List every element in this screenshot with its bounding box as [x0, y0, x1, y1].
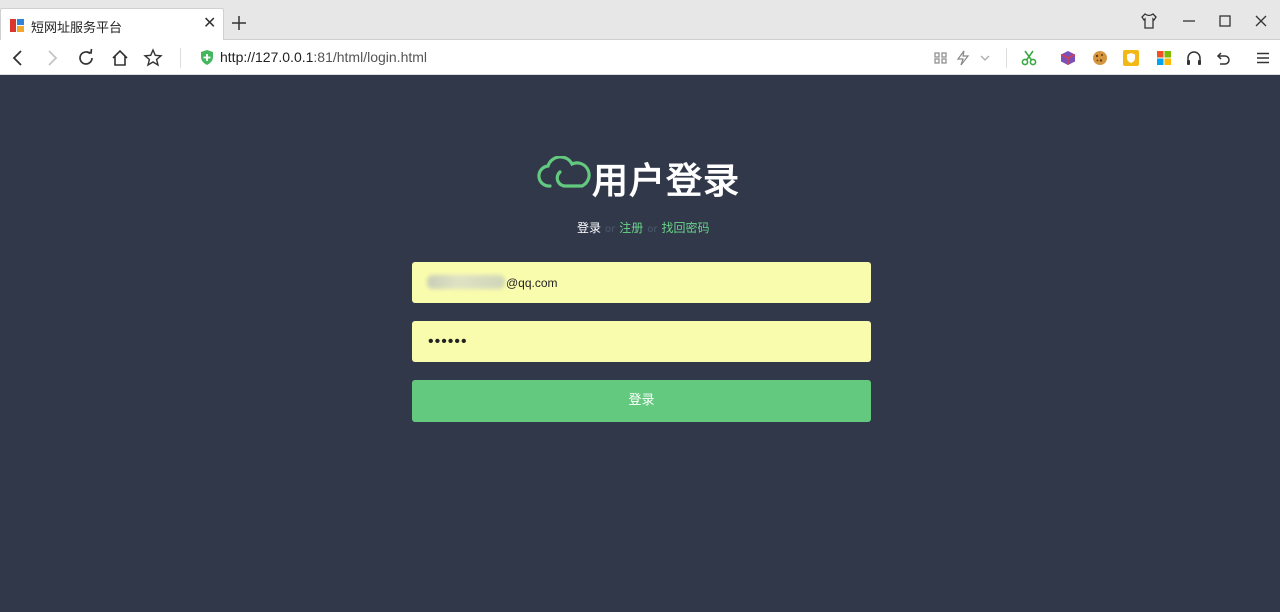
- password-field[interactable]: [412, 321, 871, 362]
- chevron-down-icon[interactable]: [976, 49, 994, 67]
- shirt-icon[interactable]: [1140, 12, 1158, 30]
- auth-nav: 登录 or 注册 or 找回密码: [577, 219, 710, 236]
- nav-forgot-password-link[interactable]: 找回密码: [662, 221, 710, 235]
- toolbar-divider: [1006, 48, 1007, 68]
- home-icon[interactable]: [110, 48, 130, 68]
- toolbar-divider: [180, 48, 181, 68]
- windows-icon[interactable]: [1155, 49, 1173, 67]
- reload-icon[interactable]: [76, 48, 96, 68]
- tab-bar: 短网址服务平台 ✕: [0, 0, 1280, 41]
- headphones-icon[interactable]: [1185, 49, 1203, 67]
- url-path: :81/html/login.html: [313, 49, 428, 65]
- address-bar[interactable]: http://127.0.0.1:81/html/login.html: [220, 49, 427, 65]
- maximize-icon[interactable]: [1216, 12, 1234, 30]
- site-favicon-icon: [10, 19, 24, 32]
- back-icon[interactable]: [8, 48, 28, 68]
- new-tab-icon[interactable]: [229, 13, 249, 33]
- browser-tab[interactable]: 短网址服务平台 ✕: [0, 8, 224, 41]
- login-button[interactable]: 登录: [412, 380, 871, 422]
- browser-toolbar: http://127.0.0.1:81/html/login.html: [0, 40, 1280, 75]
- minimize-icon[interactable]: [1180, 12, 1198, 30]
- menu-icon[interactable]: [1254, 49, 1272, 67]
- shield-icon[interactable]: [200, 50, 214, 65]
- url-host: http://127.0.0.1: [220, 49, 314, 65]
- cube-icon[interactable]: [1059, 49, 1077, 67]
- nav-separator: or: [605, 224, 616, 235]
- nav-login[interactable]: 登录: [577, 221, 601, 235]
- nav-separator: or: [647, 224, 658, 235]
- lightning-icon[interactable]: [954, 49, 972, 67]
- shield-badge-icon[interactable]: [1122, 49, 1140, 67]
- close-icon[interactable]: [1252, 12, 1270, 30]
- tab-title: 短网址服务平台: [31, 21, 123, 36]
- page-title: 用户登录: [592, 161, 741, 202]
- qr-icon[interactable]: [932, 49, 950, 67]
- redacted-email-blur: [427, 275, 505, 289]
- tab-close-icon[interactable]: ✕: [203, 16, 216, 32]
- undo-icon[interactable]: [1214, 49, 1232, 67]
- cookie-icon[interactable]: [1091, 49, 1109, 67]
- forward-icon[interactable]: [42, 48, 62, 68]
- cloud-logo-icon: [537, 156, 591, 188]
- nav-register-link[interactable]: 注册: [619, 221, 643, 235]
- scissors-icon[interactable]: [1020, 49, 1038, 67]
- star-icon[interactable]: [143, 48, 163, 68]
